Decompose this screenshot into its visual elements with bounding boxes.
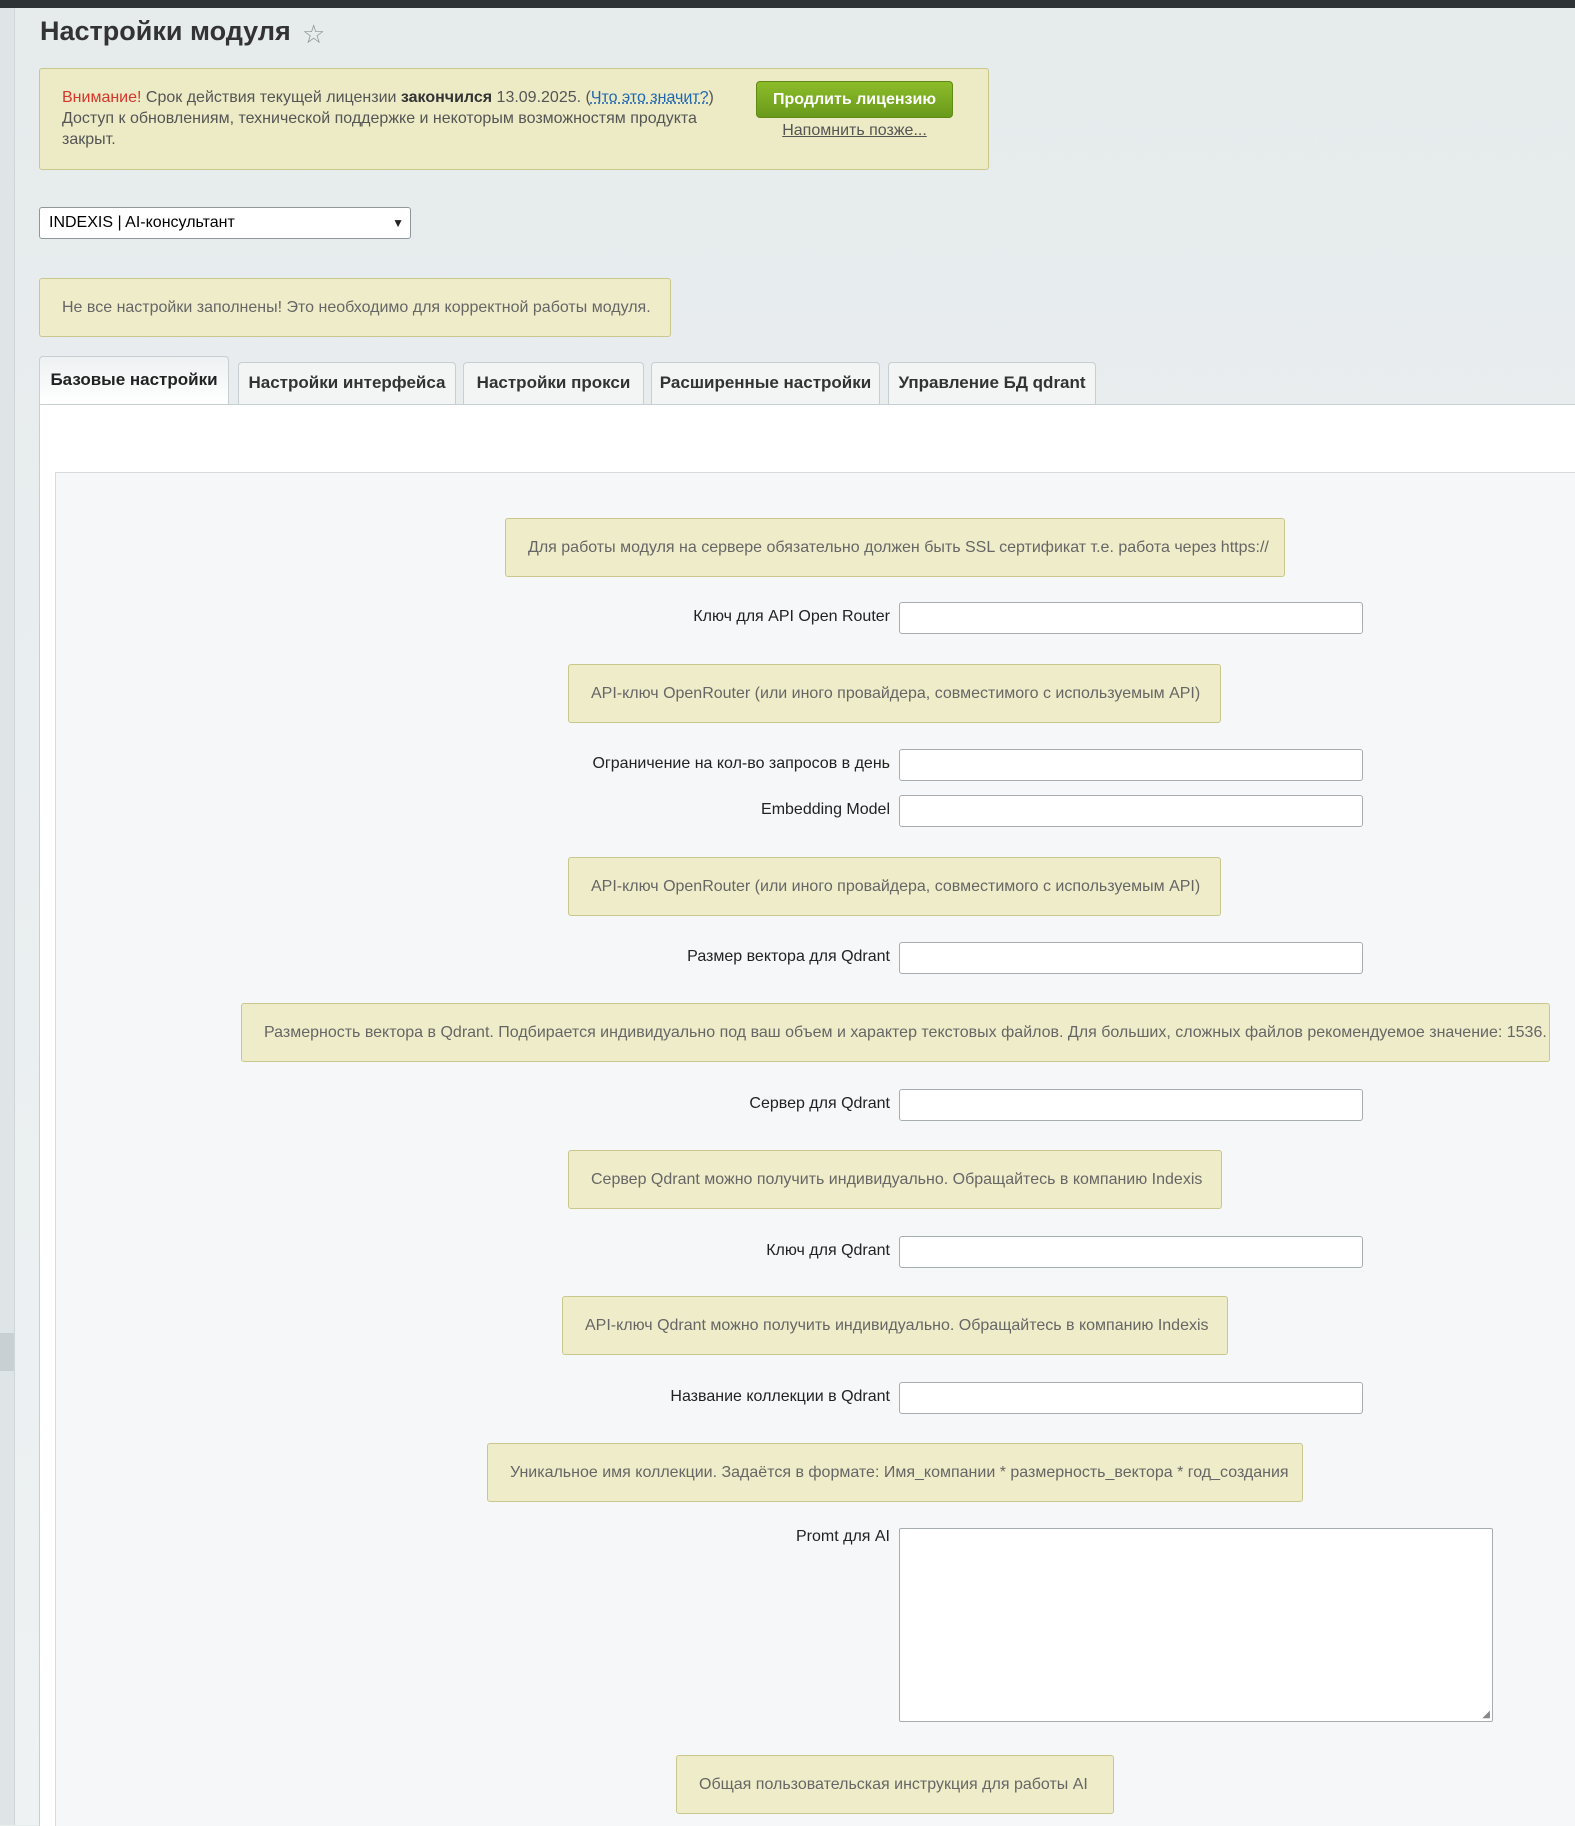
prompt-label: Promt для AI bbox=[795, 1528, 890, 1545]
license-text-part: Срок действия текущей лицензии bbox=[141, 89, 401, 106]
qdrant-key-input[interactable] bbox=[899, 1236, 1363, 1268]
hint-embedding-text: API-ключ OpenRouter (или иного провайдер… bbox=[591, 878, 1201, 895]
warning-word: Внимание! bbox=[62, 89, 142, 106]
qdrant-key-label: Ключ для Qdrant bbox=[766, 1242, 890, 1259]
module-select[interactable]: INDEXIS | AI-консультант ▼ bbox=[39, 207, 411, 239]
settings-alert: Не все настройки заполнены! Это необходи… bbox=[39, 278, 671, 337]
tab-interface[interactable]: Настройки интерфейса bbox=[238, 362, 456, 404]
hint-qdrant-server: Сервер Qdrant можно получить индивидуаль… bbox=[568, 1150, 1222, 1209]
license-text: Внимание! Срок действия текущей лицензии… bbox=[62, 87, 722, 150]
tab-advanced[interactable]: Расширенные настройки bbox=[651, 362, 880, 404]
renew-license-button[interactable]: Продлить лицензию bbox=[756, 81, 953, 118]
hint-prompt-text: Общая пользовательская инструкция для ра… bbox=[699, 1776, 1088, 1793]
ssl-note: Для работы модуля на сервере обязательно… bbox=[505, 518, 1285, 577]
vector-size-input[interactable] bbox=[899, 942, 1363, 974]
tab-basic[interactable]: Базовые настройки bbox=[39, 356, 229, 404]
qdrant-server-input[interactable] bbox=[899, 1089, 1363, 1121]
hint-qdrant-key-text: API-ключ Qdrant можно получить индивидуа… bbox=[585, 1317, 1209, 1334]
hint-api-key: API-ключ OpenRouter (или иного провайдер… bbox=[568, 664, 1221, 723]
resize-grip-icon[interactable]: ◢ bbox=[1482, 1709, 1490, 1720]
star-icon[interactable]: ☆ bbox=[302, 21, 325, 47]
embedding-model-label: Embedding Model bbox=[761, 801, 890, 818]
license-paren: ) bbox=[708, 89, 714, 106]
api-key-label: Ключ для API Open Router bbox=[693, 608, 890, 625]
hint-embedding: API-ключ OpenRouter (или иного провайдер… bbox=[568, 857, 1221, 916]
hint-vector-size: Размерность вектора в Qdrant. Подбираетс… bbox=[241, 1003, 1550, 1062]
embedding-model-input[interactable] bbox=[899, 795, 1363, 827]
collection-name-label: Название коллекции в Qdrant bbox=[670, 1388, 890, 1405]
qdrant-server-label: Сервер для Qdrant bbox=[749, 1095, 890, 1112]
request-limit-label: Ограничение на кол-во запросов в день bbox=[592, 755, 890, 772]
vector-size-label: Размер вектора для Qdrant bbox=[687, 948, 890, 965]
what-it-means-link[interactable]: Что это значит? bbox=[591, 89, 709, 106]
collection-name-input[interactable] bbox=[899, 1382, 1363, 1414]
hint-vector-size-text: Размерность вектора в Qdrant. Подбираетс… bbox=[264, 1024, 1547, 1041]
top-bar bbox=[0, 0, 1575, 8]
ssl-note-text: Для работы модуля на сервере обязательно… bbox=[528, 539, 1269, 556]
hint-collection-name-text: Уникальное имя коллекции. Задаётся в фор… bbox=[510, 1464, 1289, 1481]
page-title: Настройки модуля bbox=[40, 16, 291, 46]
hint-collection-name: Уникальное имя коллекции. Задаётся в фор… bbox=[487, 1443, 1303, 1502]
panel-toggle[interactable] bbox=[0, 1333, 14, 1371]
settings-alert-text: Не все настройки заполнены! Это необходи… bbox=[62, 299, 651, 316]
hint-qdrant-key: API-ключ Qdrant можно получить индивидуа… bbox=[562, 1296, 1228, 1355]
remind-later-link[interactable]: Напомнить позже... bbox=[756, 122, 953, 140]
hint-api-key-text: API-ключ OpenRouter (или иного провайдер… bbox=[591, 685, 1201, 702]
tab-qdrant-db[interactable]: Управление БД qdrant bbox=[888, 362, 1096, 404]
license-line2: Доступ к обновлениям, технической поддер… bbox=[62, 110, 697, 148]
tab-proxy[interactable]: Настройки прокси bbox=[463, 362, 644, 404]
left-panel-strip[interactable] bbox=[0, 8, 15, 1825]
license-date: 13.09.2025. ( bbox=[492, 89, 591, 106]
chevron-down-icon: ▼ bbox=[392, 216, 404, 230]
hint-prompt: Общая пользовательская инструкция для ра… bbox=[676, 1755, 1114, 1814]
module-select-value: INDEXIS | AI-консультант bbox=[49, 214, 235, 231]
hint-qdrant-server-text: Сервер Qdrant можно получить индивидуаль… bbox=[591, 1171, 1203, 1188]
license-warning: Внимание! Срок действия текущей лицензии… bbox=[39, 68, 989, 170]
expired-word: закончился bbox=[400, 89, 493, 106]
prompt-textarea[interactable]: ◢ bbox=[899, 1528, 1493, 1722]
api-key-input[interactable] bbox=[899, 602, 1363, 634]
request-limit-input[interactable] bbox=[899, 749, 1363, 781]
